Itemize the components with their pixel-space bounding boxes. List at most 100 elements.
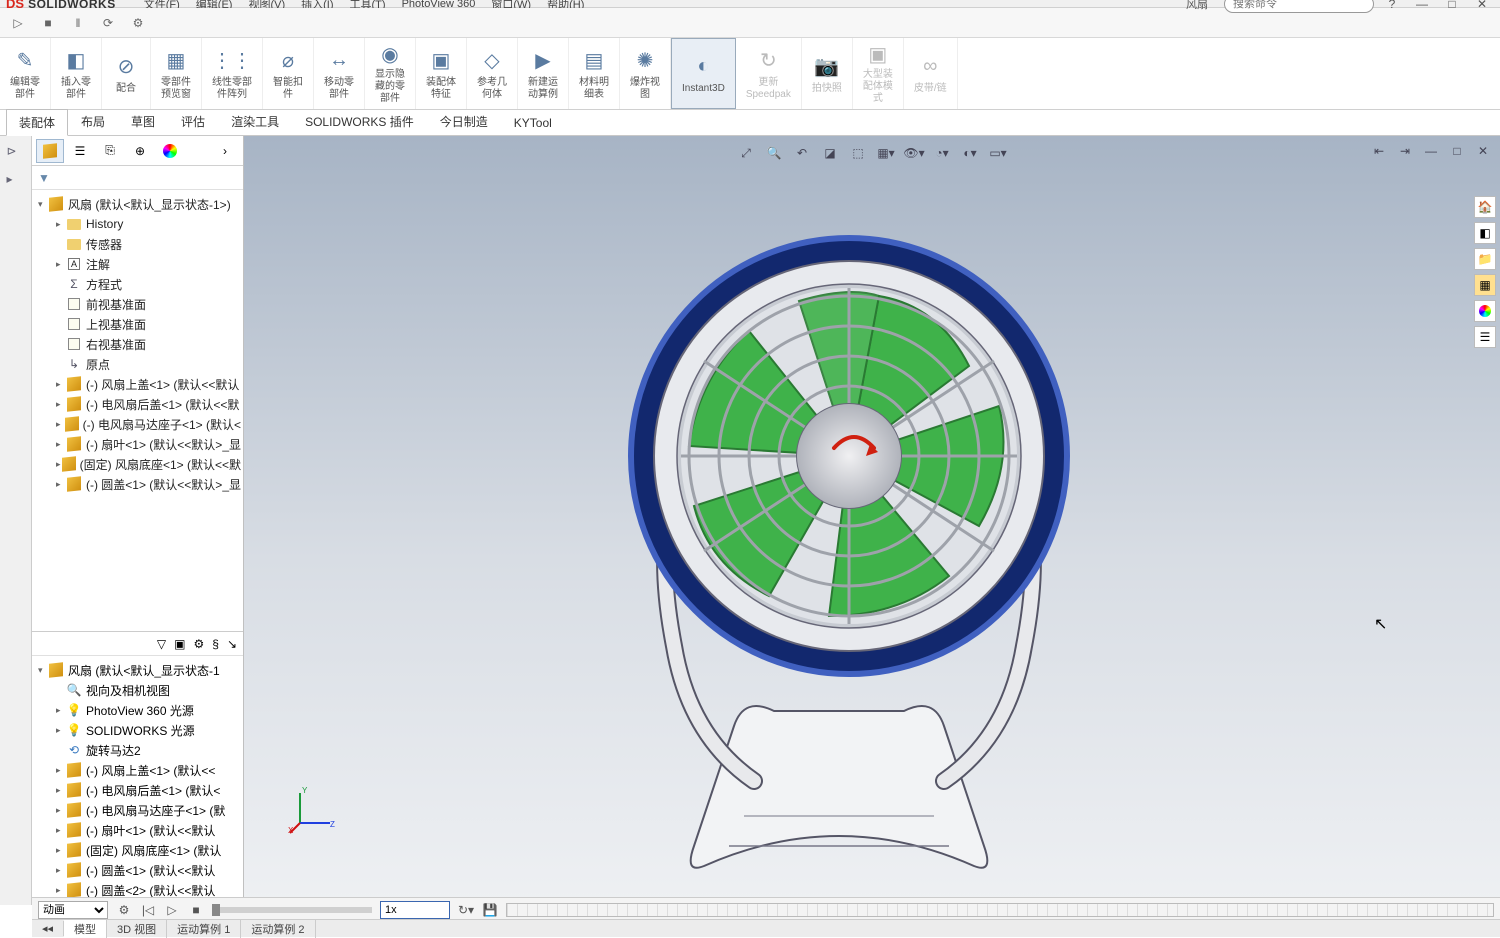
tree-tab-dim[interactable]: ⊕ [126, 139, 154, 163]
filter-camera-icon[interactable]: ▣ [174, 637, 185, 651]
menu-item[interactable]: 编辑(E) [188, 0, 241, 8]
playback-slider[interactable] [212, 907, 372, 913]
minimize-button[interactable]: — [1410, 0, 1434, 13]
tree-item[interactable]: 右视基准面 [34, 334, 241, 354]
tree-item[interactable]: ▸(-) 圆盖<1> (默认<<默认 [34, 860, 241, 880]
tree-item[interactable]: ▸💡PhotoView 360 光源 [34, 700, 241, 720]
motion-play-icon[interactable]: ▷ [164, 902, 180, 918]
cmd-tab-SOLIDWORKS 插件[interactable]: SOLIDWORKS 插件 [292, 108, 427, 135]
edit-appearance-icon[interactable]: ◔▾ [931, 142, 953, 164]
menu-item[interactable]: 工具(T) [342, 0, 394, 8]
gutter-arrow-icon[interactable]: ▸ [7, 172, 25, 190]
tree-item[interactable]: Σ方程式 [34, 274, 241, 294]
cmd-tab-评估[interactable]: 评估 [168, 108, 218, 135]
tree-root[interactable]: ▾风扇 (默认<默认_显示状态-1>) [34, 194, 241, 214]
options-icon[interactable]: ⚙ [130, 15, 146, 31]
close-button[interactable]: ✕ [1470, 0, 1494, 13]
ribbon-插入零部件[interactable]: ◧ 插入零 部件 [51, 38, 102, 109]
tree-item[interactable]: ▸💡SOLIDWORKS 光源 [34, 720, 241, 740]
filter-fan-icon[interactable]: ▽ [157, 637, 166, 651]
pause-icon[interactable]: ‖ [70, 15, 86, 31]
apply-scene-icon[interactable]: ◐▾ [959, 142, 981, 164]
vp-minimize-icon[interactable]: — [1420, 140, 1442, 162]
zoom-area-icon[interactable]: 🔍 [763, 142, 785, 164]
ribbon-新建运动算例[interactable]: ▶ 新建运 动算例 [518, 38, 569, 109]
vp-close-icon[interactable]: ✕ [1472, 140, 1494, 162]
cmd-tab-布局[interactable]: 布局 [68, 108, 118, 135]
section-view-icon[interactable]: ◪ [819, 142, 841, 164]
maximize-button[interactable]: □ [1440, 0, 1464, 13]
tree-item[interactable]: ▸(-) 风扇上盖<1> (默认<< [34, 760, 241, 780]
menu-item[interactable]: 窗口(W) [483, 0, 539, 8]
motion-calc-icon[interactable]: ⚙ [116, 902, 132, 918]
tree-tab-property[interactable]: ☰ [66, 139, 94, 163]
tree-tab-more[interactable]: › [211, 139, 239, 163]
motion-loop-icon[interactable]: ↻▾ [458, 902, 474, 918]
ribbon-智能扣件[interactable]: ⌀ 智能扣 件 [263, 38, 314, 109]
taskpane-appearance-icon[interactable] [1474, 300, 1496, 322]
display-style-icon[interactable]: ▦▾ [875, 142, 897, 164]
tree-item[interactable]: 前视基准面 [34, 294, 241, 314]
ribbon-显示隐藏的零部件[interactable]: ◉ 显示隐 藏的零 部件 [365, 38, 416, 109]
doc-tab-nav-left[interactable]: ◂◂ [32, 921, 64, 936]
cmd-tab-今日制造[interactable]: 今日制造 [427, 108, 501, 135]
filter-spring-icon[interactable]: § [212, 637, 219, 651]
play-icon[interactable]: ▷ [10, 15, 26, 31]
graphics-viewport[interactable]: ⤢ 🔍 ↶ ◪ ⬚ ▦▾ 👁▾ ◔▾ ◐▾ ▭▾ ⇤ ⇥ — □ ✕ 🏠 ◧ 📁… [244, 136, 1500, 905]
tree-item[interactable]: ▸(-) 电风扇马达座子<1> (默 [34, 800, 241, 820]
cmd-tab-装配体[interactable]: 装配体 [6, 109, 68, 136]
ribbon-参考几何体[interactable]: ◇ 参考几 何体 [467, 38, 518, 109]
ribbon-爆炸视图[interactable]: ✺ 爆炸视 图 [620, 38, 671, 109]
hide-show-icon[interactable]: 👁▾ [903, 142, 925, 164]
view-settings-icon[interactable]: ▭▾ [987, 142, 1009, 164]
tree-item[interactable]: ▸(-) 电风扇后盖<1> (默认< [34, 780, 241, 800]
motion-type-select[interactable]: 动画 [38, 901, 108, 919]
cmd-tab-草图[interactable]: 草图 [118, 108, 168, 135]
filter-gear-icon[interactable]: ⚙ [193, 637, 204, 651]
view-orientation-icon[interactable]: ⬚ [847, 142, 869, 164]
command-search-input[interactable] [1224, 0, 1374, 13]
motion-first-icon[interactable]: |◁ [140, 902, 156, 918]
menu-item[interactable]: 文件(F) [136, 0, 188, 8]
prev-view-icon[interactable]: ↶ [791, 142, 813, 164]
menu-item[interactable]: 帮助(H) [539, 0, 592, 8]
filter-icon[interactable]: ▼ [38, 171, 50, 185]
vp-restore-icon[interactable]: □ [1446, 140, 1468, 162]
gutter-pin-icon[interactable]: ⊳ [7, 144, 25, 162]
menu-item[interactable]: 视图(V) [240, 0, 293, 8]
menu-item[interactable]: PhotoView 360 [394, 0, 484, 8]
ribbon-配合[interactable]: ⊘ 配合 [102, 38, 151, 109]
tree-item[interactable]: 🔍视向及相机视图 [34, 680, 241, 700]
taskpane-property-icon[interactable]: ☰ [1474, 326, 1496, 348]
ribbon-线性零部件阵列[interactable]: ⋮⋮ 线性零部 件阵列 [202, 38, 263, 109]
tree-tab-appearance[interactable] [156, 139, 184, 163]
tree-root[interactable]: ▾风扇 (默认<默认_显示状态-1 [34, 660, 241, 680]
taskpane-home-icon[interactable]: 🏠 [1474, 196, 1496, 218]
tree-item[interactable]: ⟲旋转马达2 [34, 740, 241, 760]
menu-item[interactable]: 插入(I) [293, 0, 341, 8]
ribbon-移动零部件[interactable]: ↔ 移动零 部件 [314, 38, 365, 109]
cmd-tab-渲染工具[interactable]: 渲染工具 [218, 108, 292, 135]
tree-item[interactable]: ▸(-) 风扇上盖<1> (默认<<默认 [34, 374, 241, 394]
vp-expand-icon[interactable]: ⇥ [1394, 140, 1416, 162]
doc-tab-3D 视图[interactable]: 3D 视图 [107, 920, 167, 938]
ribbon-零部件预览窗[interactable]: ▦ 零部件 预览窗 [151, 38, 202, 109]
tree-tab-feature[interactable] [36, 139, 64, 163]
taskpane-resources-icon[interactable]: ◧ [1474, 222, 1496, 244]
tree-item[interactable]: ▸(-) 扇叶<1> (默认<<默认 [34, 820, 241, 840]
motion-timeline[interactable] [506, 903, 1494, 917]
tree-item[interactable]: ▸(-) 扇叶<1> (默认<<默认>_显 [34, 434, 241, 454]
tree-item[interactable]: ▸(固定) 风扇底座<1> (默认<<默 [34, 454, 241, 474]
tree-tab-config[interactable]: ⎘ [96, 139, 124, 163]
tree-item[interactable]: ▸(-) 圆盖<1> (默认<<默认>_显 [34, 474, 241, 494]
ribbon-材料明细表[interactable]: ▤ 材料明 细表 [569, 38, 620, 109]
taskpane-view-icon[interactable]: ▦ [1474, 274, 1496, 296]
cmd-tab-KYTool[interactable]: KYTool [501, 111, 565, 135]
tree-item[interactable]: 传感器 [34, 234, 241, 254]
zoom-fit-icon[interactable]: ⤢ [735, 142, 757, 164]
playback-speed-input[interactable] [380, 901, 450, 919]
tree-item[interactable]: ↳原点 [34, 354, 241, 374]
ribbon-Instant3D[interactable]: ◐ Instant3D [671, 38, 736, 109]
taskpane-library-icon[interactable]: 📁 [1474, 248, 1496, 270]
filter-arrow-icon[interactable]: ↘ [227, 637, 237, 651]
